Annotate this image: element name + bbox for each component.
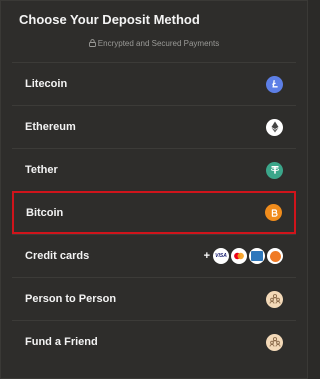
method-label: Bitcoin [26,206,64,219]
deposit-method-panel: Choose Your Deposit Method Encrypted and… [0,0,308,379]
method-litecoin[interactable]: Litecoin [12,62,296,105]
panel-title: Choose Your Deposit Method [19,12,200,27]
visa-icon-text: VISA [215,253,227,259]
people-icon [266,333,283,351]
security-note-text: Encrypted and Secured Payments [97,39,220,48]
deposit-method-list: Litecoin Ethereum Tether Bitcoin Credit [12,62,296,363]
people-icon [266,290,283,308]
amex-icon [249,248,265,264]
bitcoin-icon [265,204,282,221]
lock-icon [88,39,96,49]
litecoin-icon [266,75,283,93]
method-bitcoin[interactable]: Bitcoin [12,191,296,234]
method-ethereum[interactable]: Ethereum [12,105,296,148]
method-label: Litecoin [25,78,68,90]
tether-icon [266,161,283,179]
method-tether[interactable]: Tether [12,148,296,191]
security-note: Encrypted and Secured Payments [1,39,307,49]
mastercard-icon [231,248,247,264]
more-cards-plus: + [203,250,210,262]
method-label: Tether [25,164,58,176]
method-credit-cards[interactable]: Credit cards + VISA [12,234,296,277]
method-fund-a-friend[interactable]: Fund a Friend [12,320,296,363]
ethereum-icon [266,118,283,136]
method-label: Person to Person [25,293,117,305]
method-label: Credit cards [25,250,90,262]
discover-icon [267,248,283,264]
visa-icon: VISA [213,248,229,264]
credit-card-icons: + VISA [204,248,283,264]
method-label: Fund a Friend [25,336,98,348]
method-label: Ethereum [25,121,76,133]
method-person-to-person[interactable]: Person to Person [12,277,296,320]
